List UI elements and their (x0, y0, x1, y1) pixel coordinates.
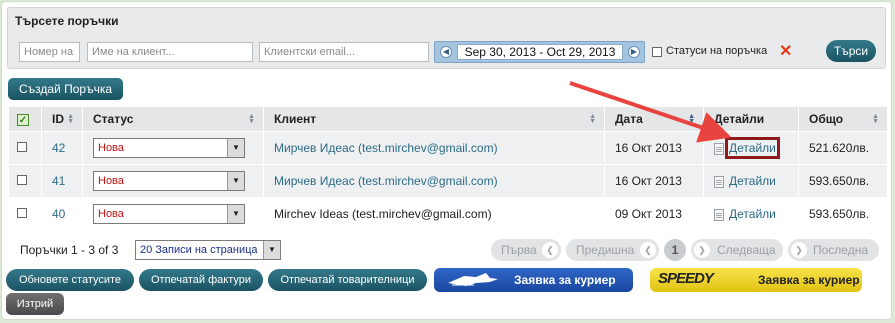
search-panel: Търсете поръчки ◀ Sep 30, 2013 - Oct 29,… (7, 7, 886, 69)
sort-icon: ▲ ▼ (872, 113, 879, 125)
status-select[interactable]: Нова ▼ (93, 138, 245, 158)
speedy-logo: SPEEDY (658, 270, 714, 287)
pagination-info: Поръчки 1 - 3 of 3 (20, 243, 119, 257)
last-page-button[interactable]: ❯ Последна (788, 239, 879, 261)
previous-page-button[interactable]: Предишна ❮ (566, 239, 659, 261)
create-order-button[interactable]: Създай Поръчка (8, 78, 123, 100)
sort-icon: ▲ ▼ (248, 113, 255, 125)
orders-table: ✓ ID ▲ ▼ Статус ▲ ▼ Клиент ▲ ▼ Дата ▲ ▼ Детайли … (8, 106, 888, 231)
column-header-total-label: Общо (809, 112, 844, 126)
orders-page: Търсете поръчки ◀ Sep 30, 2013 - Oct 29,… (1, 1, 892, 320)
order-id-link[interactable]: 40 (52, 207, 65, 221)
courier-request-label-2: Заявка за куриер (758, 273, 860, 287)
sort-icon: ▲ ▼ (688, 113, 695, 125)
column-header-status-label: Статус (93, 112, 134, 126)
next-page-label: Следваща (717, 243, 776, 257)
order-date: 09 Окт 2013 (615, 207, 682, 221)
row-checkbox[interactable] (17, 208, 27, 218)
chevron-right-icon: ❯ (791, 242, 807, 258)
order-date: 16 Окт 2013 (615, 174, 682, 188)
order-date: 16 Окт 2013 (615, 141, 682, 155)
table-row: 40 Нова ▼ Mirchev Ideas (test.mirchev@gma… (8, 197, 888, 231)
row-checkbox[interactable] (17, 175, 27, 185)
update-statuses-button[interactable]: Обновете статусите (6, 269, 134, 291)
client-name-input[interactable] (87, 42, 253, 62)
status-select[interactable]: Нова ▼ (93, 204, 245, 224)
order-total: 593.650лв. (809, 207, 870, 221)
order-status-label: Статуси на поръчка (666, 45, 768, 57)
search-title: Търсете поръчки (15, 14, 119, 28)
column-header-status[interactable]: Статус ▲ ▼ (82, 106, 264, 132)
chevron-down-icon: ▼ (263, 241, 280, 259)
order-total: 593.650лв. (809, 174, 870, 188)
status-select[interactable]: Нова ▼ (93, 171, 245, 191)
first-page-button[interactable]: Първа ❮ (491, 239, 561, 261)
column-header-date[interactable]: Дата ▲ ▼ (604, 106, 704, 132)
chevron-left-icon: ❮ (640, 242, 656, 258)
date-range-value[interactable]: Sep 30, 2013 - Oct 29, 2013 (457, 44, 623, 60)
column-header-client[interactable]: Клиент ▲ ▼ (263, 106, 605, 132)
column-header-date-label: Дата (615, 112, 643, 126)
document-icon (714, 142, 724, 155)
chevron-down-icon: ▼ (227, 139, 244, 157)
sort-icon: ▲ ▼ (589, 113, 596, 125)
print-invoices-button[interactable]: Отпечатай фактури (139, 269, 263, 291)
last-page-label: Последна (813, 243, 869, 257)
column-header-id[interactable]: ID ▲ ▼ (41, 106, 83, 132)
column-header-details-label: Детайли (714, 112, 765, 126)
document-icon (714, 175, 724, 188)
per-page-select[interactable]: 20 Записи на страница ▼ (135, 240, 281, 260)
courier-request-button-1[interactable]: Заявка за куриер (434, 268, 633, 292)
prev-range-icon[interactable]: ◀ (440, 46, 452, 58)
status-value: Нова (98, 208, 124, 220)
column-header-total[interactable]: Общо ▲ ▼ (798, 106, 888, 132)
chevron-left-icon: ❮ (542, 242, 558, 258)
courier-request-label-1: Заявка за куриер (514, 273, 616, 287)
select-all-header: ✓ (8, 106, 42, 132)
row-checkbox[interactable] (17, 142, 27, 152)
client-name: Mirchev Ideas (test.mirchev@gmail.com) (274, 207, 492, 221)
date-range-picker[interactable]: ◀ Sep 30, 2013 - Oct 29, 2013 ▶ (434, 41, 645, 63)
order-total: 521.620лв. (809, 141, 870, 155)
status-value: Нова (98, 142, 124, 154)
table-row: 42 Нова ▼ Мирчев Идеас (test.mirchev@gmai… (8, 131, 888, 165)
chevron-down-icon: ▼ (227, 172, 244, 190)
next-range-icon[interactable]: ▶ (628, 46, 640, 58)
print-waybills-button[interactable]: Отпечатай товарителници (268, 269, 427, 291)
column-header-id-label: ID (52, 112, 64, 126)
client-email-input[interactable] (259, 42, 429, 62)
details-link[interactable]: Детайли (729, 207, 776, 221)
per-page-value: 20 Записи на страница (140, 244, 258, 256)
current-page-indicator: 1 (664, 239, 686, 261)
previous-page-label: Предишна (576, 243, 635, 257)
order-id-link[interactable]: 41 (52, 174, 65, 188)
order-status-checkbox[interactable] (652, 47, 662, 57)
client-link[interactable]: Мирчев Идеас (test.mirchev@gmail.com) (274, 141, 498, 155)
order-number-input[interactable] (19, 42, 80, 62)
next-page-button[interactable]: ❯ Следваща (691, 239, 783, 261)
column-header-details: Детайли (703, 106, 799, 132)
details-link[interactable]: Детайли (729, 174, 776, 188)
column-header-client-label: Клиент (274, 112, 317, 126)
table-row: 41 Нова ▼ Мирчев Идеас (test.mirchev@gmai… (8, 164, 888, 198)
details-link[interactable]: Детайли (725, 137, 780, 159)
search-button[interactable]: Търси (826, 40, 876, 62)
select-all-checkbox[interactable]: ✓ (17, 114, 29, 126)
courier-logo-icon (448, 273, 498, 286)
courier-request-button-2[interactable]: SPEEDY Заявка за куриер (650, 268, 862, 292)
chevron-right-icon: ❯ (694, 242, 710, 258)
delete-button[interactable]: Изтрий (6, 293, 64, 315)
status-value: Нова (98, 175, 124, 187)
clear-filters-icon[interactable]: ✕ (779, 44, 792, 60)
client-link[interactable]: Мирчев Идеас (test.mirchev@gmail.com) (274, 174, 498, 188)
document-icon (714, 208, 724, 221)
chevron-down-icon: ▼ (227, 205, 244, 223)
order-id-link[interactable]: 42 (52, 141, 65, 155)
sort-icon: ▲ ▼ (67, 113, 74, 125)
first-page-label: Първа (501, 243, 537, 257)
